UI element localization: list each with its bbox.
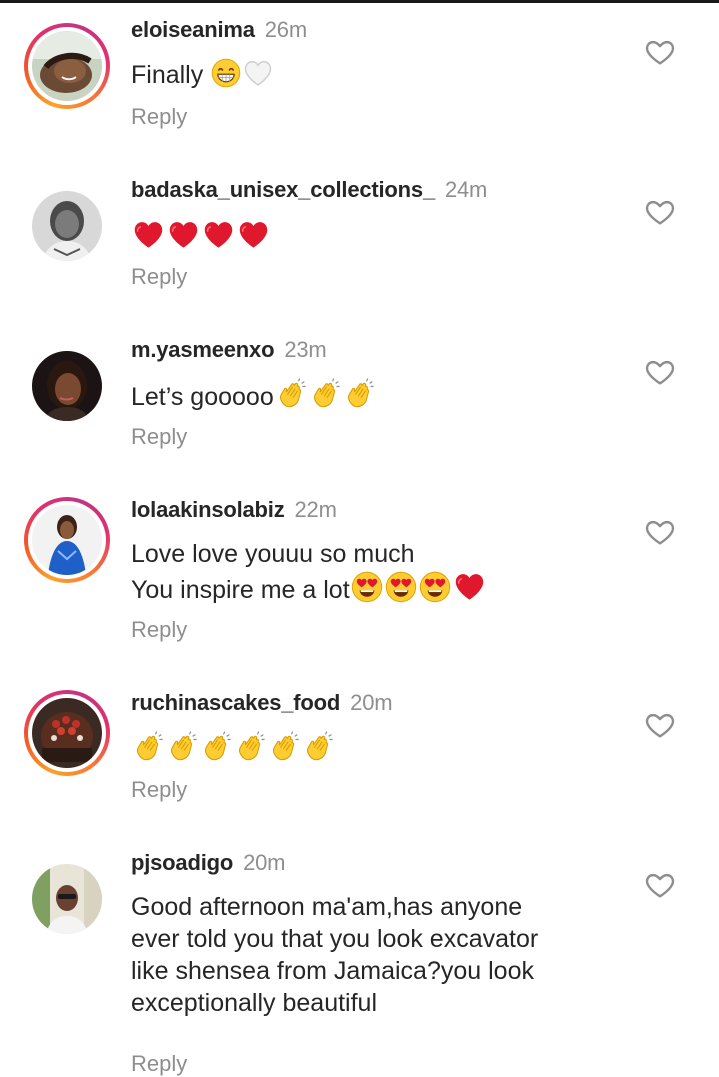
avatar: [32, 351, 102, 421]
comment-text-line: exceptionally beautiful: [131, 989, 377, 1017]
heart-outline-icon[interactable]: [642, 195, 678, 229]
heart-eyes-emoji: [351, 571, 383, 603]
red-heart-emoji: [237, 218, 270, 251]
avatar-frame[interactable]: [24, 183, 110, 269]
grin-emoji: [211, 58, 241, 88]
red-heart-emoji: [132, 218, 165, 251]
comment-username[interactable]: ruchinascakes_food: [131, 690, 340, 715]
comment-text: Finally: [131, 61, 204, 89]
avatar: [32, 505, 102, 575]
comment-text-line: ever told you that you look excavator: [131, 925, 539, 953]
comment-timestamp: 23m: [284, 337, 327, 362]
clap-emoji: [166, 731, 198, 763]
white-heart-emoji: [243, 58, 273, 88]
comment-text-line: You inspire me a lot: [131, 576, 350, 604]
heart-eyes-emoji: [419, 571, 451, 603]
comment-username[interactable]: badaska_unisex_collections_: [131, 177, 435, 202]
comment-text-row: [131, 731, 631, 766]
avatar-story-ring[interactable]: [24, 497, 110, 583]
reply-button[interactable]: Reply: [131, 1051, 187, 1077]
avatar: [32, 31, 102, 101]
comment-text: Let’s gooooo: [131, 383, 274, 411]
reply-button[interactable]: Reply: [131, 104, 187, 130]
heart-eyes-emoji: [385, 571, 417, 603]
comment-timestamp: 24m: [444, 177, 488, 202]
comment-text-line: like shensea from Jamaica?you look: [131, 957, 534, 985]
comment-username[interactable]: lolaakinsolabiz: [131, 497, 285, 522]
clap-emoji: [309, 378, 341, 410]
heart-outline-icon[interactable]: [642, 355, 678, 389]
red-heart-emoji: [202, 218, 235, 251]
comment-text-block: Love love youuu so much You inspire me a…: [131, 538, 631, 606]
avatar: [32, 191, 102, 261]
comment-timestamp: 26m: [264, 17, 307, 42]
heart-outline-icon[interactable]: [642, 515, 678, 549]
comment-timestamp: 20m: [350, 690, 393, 715]
comment-text-line-with-emojis: You inspire me a lot: [131, 570, 631, 606]
reply-button[interactable]: Reply: [131, 424, 187, 450]
top-divider: [0, 0, 719, 3]
avatar: [32, 698, 102, 768]
reply-button[interactable]: Reply: [131, 617, 187, 643]
red-heart-emoji: [167, 218, 200, 251]
clap-emoji: [200, 731, 232, 763]
clap-emoji: [234, 731, 266, 763]
heart-outline-icon[interactable]: [642, 868, 678, 902]
heart-outline-icon[interactable]: [642, 708, 678, 742]
clap-emoji: [302, 731, 334, 763]
heart-outline-icon[interactable]: [642, 35, 678, 69]
comment-timestamp: 22m: [294, 497, 337, 522]
avatar-story-ring[interactable]: [24, 690, 110, 776]
reply-button[interactable]: Reply: [131, 777, 187, 803]
comment-username[interactable]: pjsoadigo: [131, 850, 233, 875]
clap-emoji: [268, 731, 300, 763]
comment-text-row: Let’s gooooo: [131, 378, 631, 413]
red-heart-emoji: [453, 570, 486, 603]
comment-username[interactable]: eloiseanima: [131, 17, 255, 42]
comment-username[interactable]: m.yasmeenxo: [131, 337, 275, 362]
comment-text-line: Good afternoon ma'am,has anyone: [131, 893, 523, 921]
avatar-story-ring[interactable]: [24, 23, 110, 109]
clap-emoji: [275, 378, 307, 410]
comment-text-block: Good afternoon ma'am,has anyone ever tol…: [131, 891, 631, 1019]
avatar-frame[interactable]: [24, 343, 110, 429]
reply-button[interactable]: Reply: [131, 264, 187, 290]
avatar: [32, 864, 102, 934]
avatar-frame[interactable]: [24, 856, 110, 942]
comment-text-row: [131, 218, 631, 254]
comment-timestamp: 20m: [243, 850, 286, 875]
clap-emoji: [343, 378, 375, 410]
comment-text-line: Love love youuu so much: [131, 540, 415, 568]
comment-text-row: Finally: [131, 58, 631, 91]
clap-emoji: [132, 731, 164, 763]
